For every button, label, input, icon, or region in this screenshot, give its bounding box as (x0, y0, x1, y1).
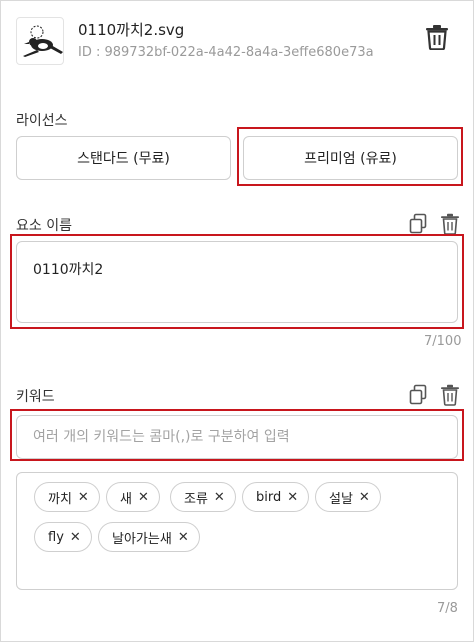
remove-tag-close-icon[interactable]: ✕ (78, 490, 89, 505)
keyword-tag: fly ✕ (34, 522, 92, 552)
keyword-tags-container: 까치 ✕ 새 ✕ 조류 ✕ bird ✕ 설날 ✕ fly ✕ 날아가는새 ✕ (16, 472, 458, 590)
file-id: ID : 989732bf-022a-4a42-8a4a-3effe680e73… (78, 45, 374, 60)
file-name: 0110까치2.svg (78, 21, 185, 39)
keyword-tag: 까치 ✕ (34, 482, 100, 512)
keyword-tag: 설날 ✕ (315, 482, 381, 512)
tag-label: 조류 (184, 491, 208, 507)
license-label: 라이선스 (16, 113, 68, 129)
keywords-label: 키워드 (16, 389, 55, 405)
keyword-tag: 새 ✕ (106, 482, 160, 512)
name-char-counter: 7/100 (424, 334, 462, 349)
tag-label: 까치 (48, 491, 72, 507)
standard-license-button[interactable]: 스탠다드 (무료) (16, 136, 231, 180)
delete-file-trash-icon[interactable] (425, 24, 449, 51)
clear-keywords-trash-icon[interactable] (440, 384, 460, 406)
file-thumbnail (16, 17, 64, 65)
remove-tag-close-icon[interactable]: ✕ (214, 490, 225, 505)
remove-tag-close-icon[interactable]: ✕ (70, 530, 81, 545)
keyword-tag: 조류 ✕ (170, 482, 236, 512)
tag-label: fly (48, 529, 64, 545)
magpie-thumbnail-icon (23, 25, 63, 57)
keyword-input[interactable] (16, 415, 458, 459)
keyword-count: 7/8 (437, 601, 458, 616)
remove-tag-close-icon[interactable]: ✕ (138, 490, 149, 505)
element-name-textarea[interactable]: 0110까치2 (16, 241, 458, 323)
element-name-label: 요소 이름 (16, 218, 72, 234)
tag-label: 새 (120, 491, 132, 507)
keyword-tag: 날아가는새 ✕ (98, 522, 200, 552)
keyword-tag: bird ✕ (242, 482, 310, 512)
premium-license-button[interactable]: 프리미엄 (유료) (243, 136, 458, 180)
tag-label: bird (256, 489, 282, 505)
remove-tag-close-icon[interactable]: ✕ (359, 490, 370, 505)
tag-label: 설날 (329, 491, 353, 507)
copy-name-copy-icon[interactable] (408, 213, 428, 235)
copy-keywords-copy-icon[interactable] (408, 384, 428, 406)
tag-label: 날아가는새 (112, 531, 172, 547)
remove-tag-close-icon[interactable]: ✕ (178, 530, 189, 545)
remove-tag-close-icon[interactable]: ✕ (287, 490, 298, 505)
clear-name-trash-icon[interactable] (440, 213, 460, 235)
